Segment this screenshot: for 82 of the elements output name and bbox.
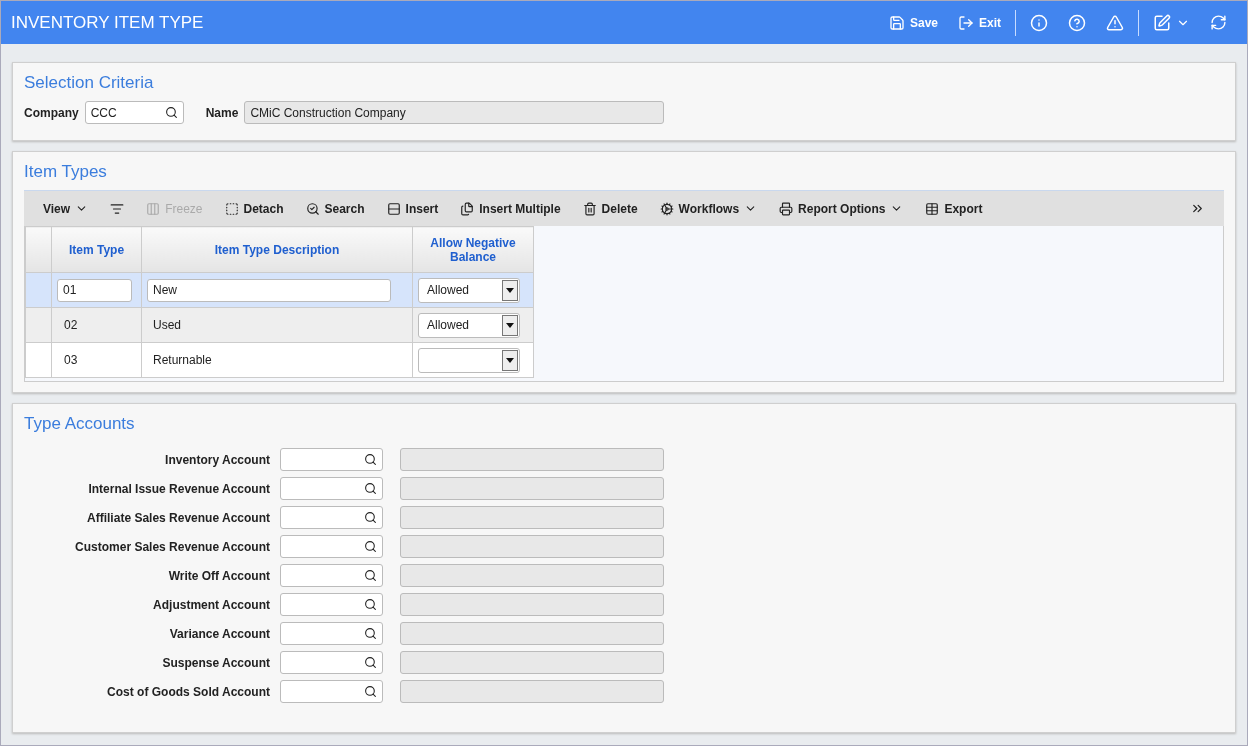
name-field: CMiC Construction Company	[244, 101, 665, 124]
section-title: Item Types	[24, 162, 108, 182]
section-title: Type Accounts	[24, 414, 136, 434]
toolbar-button[interactable]: View	[34, 201, 98, 216]
field-label: Cost of Goods Sold Account	[106, 684, 270, 699]
search-icon	[364, 482, 377, 495]
search-icon	[364, 685, 377, 698]
caret-icon	[506, 287, 514, 293]
search-icon	[364, 656, 377, 669]
field-label: Write Off Account	[167, 568, 270, 583]
field-label: Name	[205, 105, 239, 120]
account-field[interactable]	[280, 564, 383, 587]
toolbar-button[interactable]: Delete	[573, 201, 647, 216]
company-field[interactable]: CCC	[84, 101, 184, 124]
table-cell-text: Returnable	[152, 353, 212, 367]
item-type-input[interactable]: 01	[57, 278, 132, 302]
balance-dropdown[interactable]: Allowed	[418, 277, 520, 303]
documents-icon	[460, 201, 475, 216]
search-icon	[364, 540, 377, 553]
table-row[interactable]: 03 Returnable	[25, 342, 534, 378]
trash-icon	[582, 201, 597, 216]
table-cell-text: 02	[63, 318, 78, 332]
printer-icon	[779, 201, 794, 216]
account-field[interactable]	[280, 680, 383, 703]
search-icon	[305, 201, 320, 216]
table-icon	[925, 201, 940, 216]
section-title: Selection Criteria	[24, 73, 155, 93]
toolbar-button[interactable]: Insert Multiple	[451, 201, 570, 216]
field-label: Inventory Account	[164, 452, 270, 467]
account-field[interactable]	[280, 651, 383, 674]
balance-dropdown[interactable]: Allowed	[418, 312, 520, 338]
caret-icon	[506, 357, 514, 363]
field-label: Company	[24, 105, 79, 120]
balance-dropdown[interactable]	[418, 347, 520, 373]
save-icon	[888, 14, 905, 31]
warning-icon	[1106, 13, 1124, 32]
header-button[interactable]: Save	[878, 14, 948, 31]
search-icon	[364, 511, 377, 524]
field-label: Affiliate Sales Revenue Account	[86, 510, 270, 525]
search-icon	[364, 569, 377, 582]
account-field[interactable]	[280, 477, 383, 500]
field-label: Suspense Account	[161, 655, 270, 670]
account-field[interactable]	[280, 448, 383, 471]
search-icon	[364, 598, 377, 611]
account-field[interactable]	[280, 622, 383, 645]
column-header[interactable]: Item Type Description	[141, 226, 413, 273]
account-field[interactable]	[280, 535, 383, 558]
account-field[interactable]	[280, 506, 383, 529]
search-icon	[164, 106, 178, 119]
toolbar-button[interactable]: Detach	[215, 201, 293, 216]
table-cell-text: 03	[63, 353, 78, 367]
field-label: Adjustment Account	[152, 597, 270, 612]
toolbar-button[interactable]: Search	[296, 201, 374, 216]
header-button[interactable]: Exit	[948, 14, 1011, 31]
search-icon	[364, 627, 377, 640]
toolbar-button[interactable]: Workflows	[650, 201, 767, 216]
column-header[interactable]: Allow Negative Balance	[412, 226, 534, 273]
table-cell-text: Used	[152, 318, 181, 332]
dashed-square-icon	[224, 201, 239, 216]
search-icon	[364, 453, 377, 466]
account-field[interactable]	[280, 593, 383, 616]
toolbar-button[interactable]: Export	[916, 201, 992, 216]
column-header[interactable]: Item Type	[51, 226, 142, 273]
info-icon	[1030, 13, 1048, 32]
gear-icon	[659, 201, 674, 216]
field-label: Internal Issue Revenue Account	[87, 481, 270, 496]
table-row[interactable]: 01 New Allowed	[25, 272, 534, 308]
description-input[interactable]: New	[147, 278, 391, 302]
caret-icon	[506, 322, 514, 328]
table-row[interactable]: 02 Used Allowed	[25, 307, 534, 343]
exit-icon	[958, 14, 974, 31]
row-icon	[386, 201, 401, 216]
toolbar-button[interactable]: Report Options	[770, 201, 913, 216]
refresh-icon	[1210, 14, 1227, 31]
pencil-square-icon	[1153, 13, 1171, 32]
page-title: INVENTORY ITEM TYPE	[11, 12, 205, 33]
toolbar-button[interactable]: Insert	[377, 201, 448, 216]
field-label: Variance Account	[168, 626, 270, 641]
help-icon	[1068, 13, 1086, 32]
filter-icon	[110, 201, 125, 216]
columns-icon	[146, 201, 161, 216]
field-label: Customer Sales Revenue Account	[74, 539, 270, 554]
